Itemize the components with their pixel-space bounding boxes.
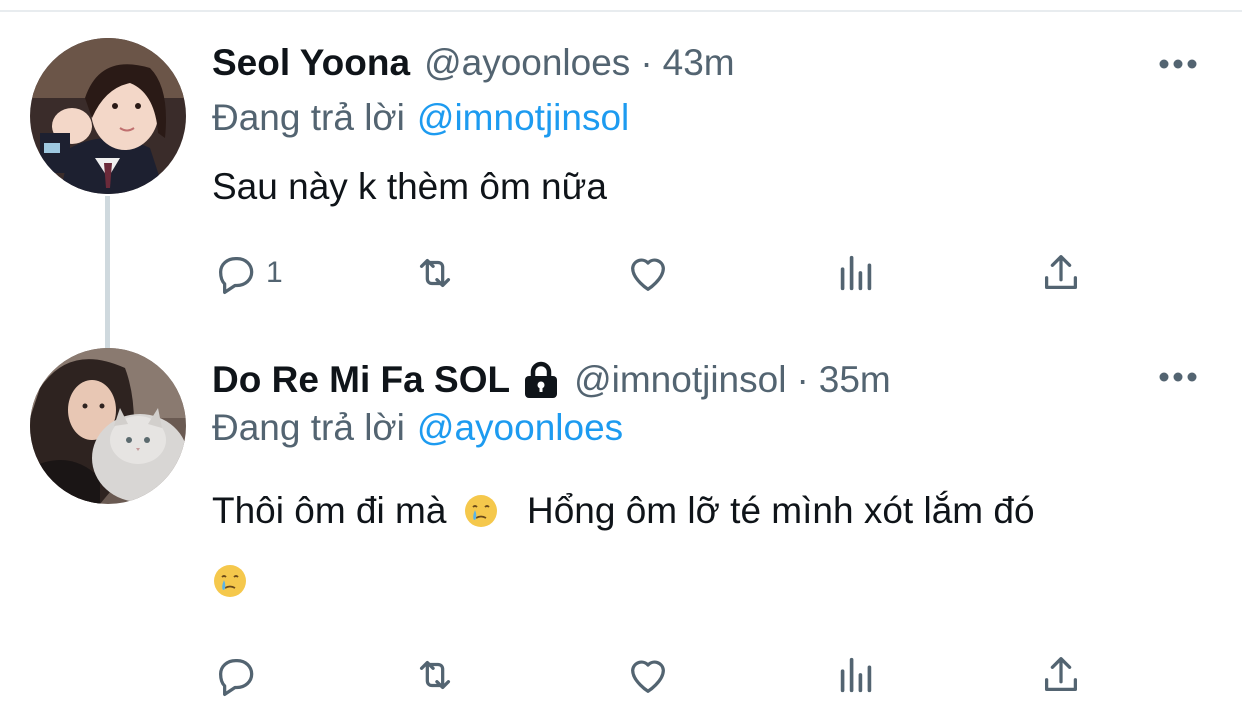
crying-face-emoji <box>464 495 497 527</box>
tweet[interactable]: Do Re Mi Fa SOL @imnotjinsol · 35m Đang … <box>0 340 1242 713</box>
tweet-text-part: Thôi ôm đi mà <box>212 490 447 531</box>
analytics-bars-icon <box>840 657 872 693</box>
reply-count: 1 <box>266 256 283 289</box>
retweet-button[interactable] <box>412 650 458 700</box>
reply-button[interactable] <box>212 650 266 700</box>
tweet-header: Seol Yoona @ayoonloes · 43m <box>212 38 735 88</box>
reply-button[interactable]: 1 <box>212 248 283 298</box>
tweet-text-line: Sau này k thèm ôm nữa <box>212 166 607 207</box>
avatar-photo <box>30 38 186 194</box>
replying-to: Đang trả lời @ayoonloes <box>212 407 623 449</box>
retweet-button[interactable] <box>412 248 458 298</box>
reply-bubble-icon <box>218 658 254 696</box>
separator-dot: · <box>796 359 809 400</box>
crying-face-emoji <box>214 565 246 597</box>
heart-icon <box>631 660 665 693</box>
share-upload-icon <box>1044 255 1078 290</box>
tweet-actions <box>212 650 1112 700</box>
display-name[interactable]: Do Re Mi Fa SOL <box>212 359 510 401</box>
display-name[interactable]: Seol Yoona <box>212 42 410 84</box>
analytics-bars-icon <box>840 255 872 291</box>
tweet-text: Sau này k thèm ôm nữa <box>212 154 607 220</box>
avatar[interactable] <box>30 38 186 194</box>
share-button[interactable] <box>1038 650 1084 700</box>
heart-icon <box>631 258 665 291</box>
replying-to-label: Đang trả lời <box>212 407 405 448</box>
more-dots-icon[interactable] <box>1158 371 1198 383</box>
tweet-text: Thôi ôm đi mà Hổng ôm lỡ té mình xót lắm… <box>212 478 1035 544</box>
more-dots-icon[interactable] <box>1158 58 1198 70</box>
analytics-button[interactable] <box>833 248 879 298</box>
tweet-thread: Seol Yoona @ayoonloes · 43m Đang trả lời… <box>0 0 1242 713</box>
timestamp[interactable]: 43m <box>663 42 735 84</box>
tweet-header: Do Re Mi Fa SOL @imnotjinsol · 35m <box>212 355 891 405</box>
tweet[interactable]: Seol Yoona @ayoonloes · 43m Đang trả lời… <box>0 0 1242 340</box>
share-button[interactable] <box>1038 248 1084 298</box>
replying-to: Đang trả lời @imnotjinsol <box>212 97 629 139</box>
reply-bubble-icon <box>218 256 254 294</box>
user-handle[interactable]: @imnotjinsol <box>574 359 786 401</box>
analytics-button[interactable] <box>833 650 879 700</box>
avatar-photo <box>30 348 186 504</box>
avatar[interactable] <box>30 348 186 504</box>
replying-to-label: Đang trả lời <box>212 97 405 138</box>
replying-to-handle[interactable]: @ayoonloes <box>417 407 623 448</box>
tweet-text-part: Hổng ôm lỡ té mình xót lắm đó <box>526 490 1035 531</box>
timestamp[interactable]: 35m <box>819 359 891 401</box>
like-button[interactable] <box>625 248 671 298</box>
separator-dot: · <box>640 42 653 83</box>
tweet-text-second-line <box>212 548 248 614</box>
retweet-icon <box>419 258 451 288</box>
tweet-actions: 1 <box>212 248 1112 298</box>
replying-to-handle[interactable]: @imnotjinsol <box>417 97 629 138</box>
like-button[interactable] <box>625 650 671 700</box>
retweet-icon <box>419 660 451 690</box>
user-handle[interactable]: @ayoonloes <box>424 42 630 84</box>
lock-icon <box>525 361 558 398</box>
share-upload-icon <box>1044 657 1078 692</box>
